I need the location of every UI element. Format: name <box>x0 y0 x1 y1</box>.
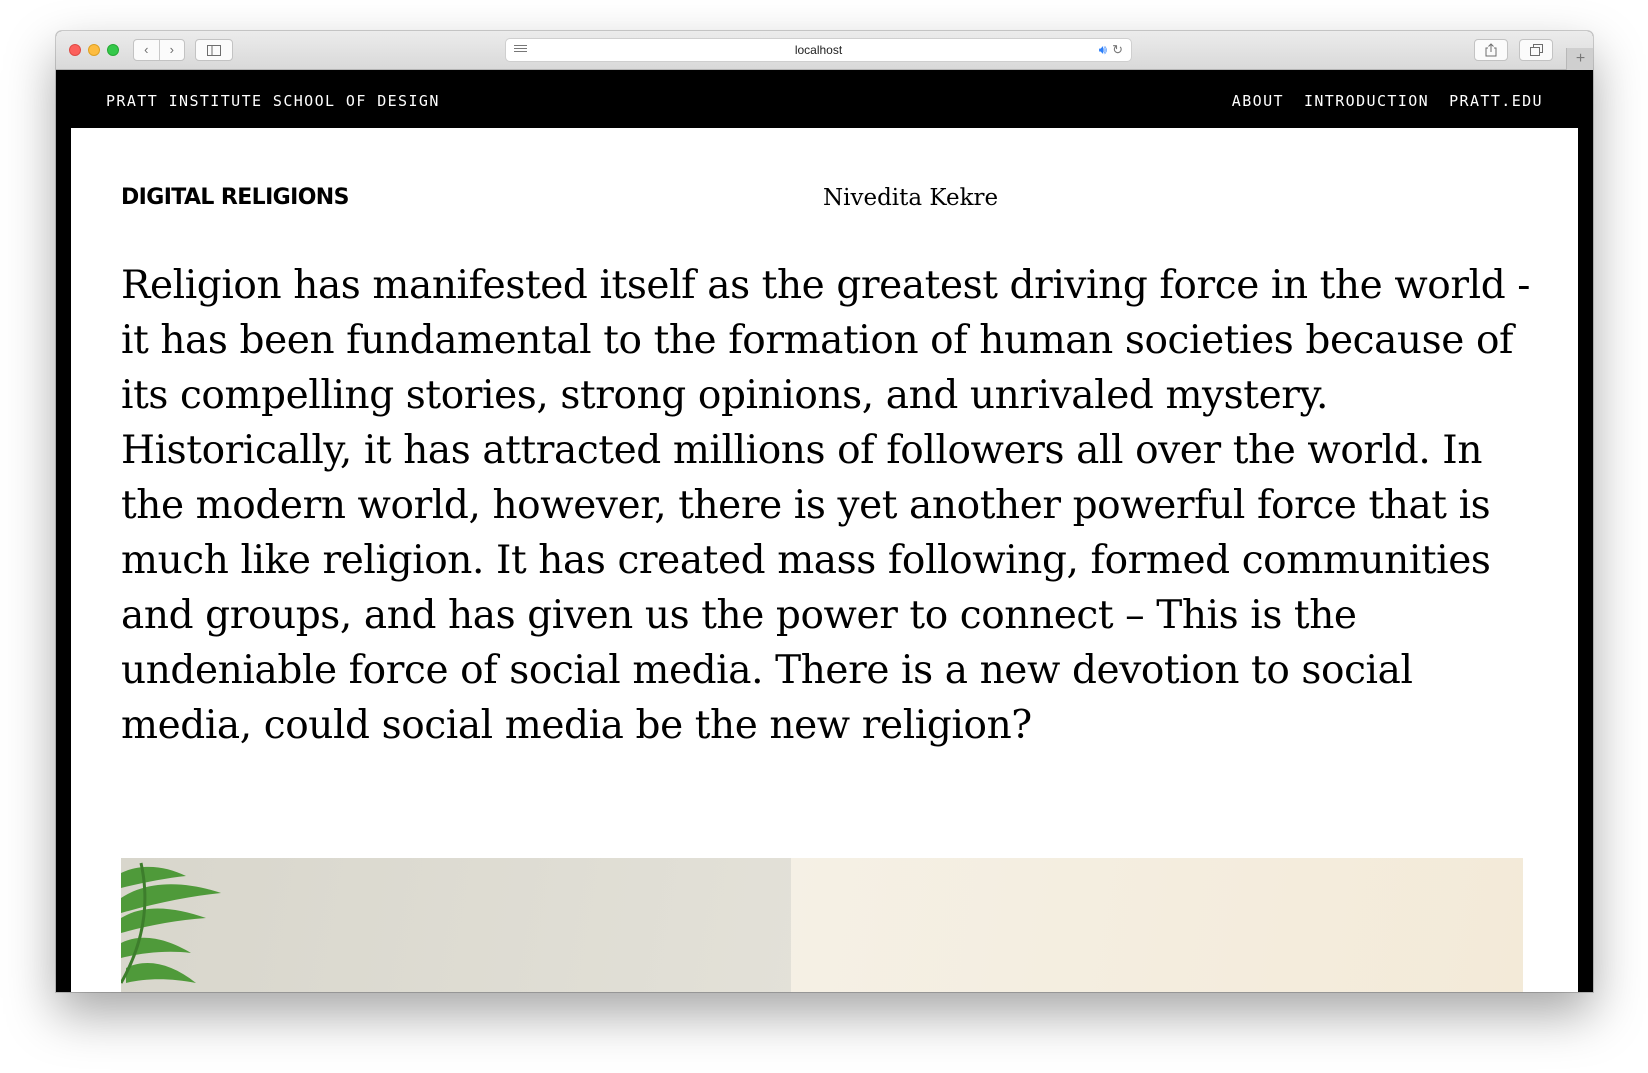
browser-toolbar: ‹ › localhost 🔊︎ ↻ + <box>56 31 1593 70</box>
sidebar-button[interactable] <box>195 39 233 61</box>
minimize-window-button[interactable] <box>88 44 100 56</box>
web-page: PRATT INSTITUTE SCHOOL OF DESIGN ABOUT I… <box>56 70 1593 992</box>
hero-image-left-panel <box>121 858 791 992</box>
project-title: DIGITAL RELIGIONS <box>121 185 349 210</box>
plus-icon[interactable]: + <box>1566 48 1593 70</box>
project-intro: Religion has manifested itself as the gr… <box>121 263 1531 748</box>
author-name: Nivedita Kekre <box>823 185 999 211</box>
browser-window: ‹ › localhost 🔊︎ ↻ + PRATT INSTITUTE SCH… <box>56 31 1593 992</box>
nav-pratt-edu[interactable]: PRATT.EDU <box>1449 92 1543 110</box>
site-title[interactable]: PRATT INSTITUTE SCHOOL OF DESIGN <box>106 92 440 110</box>
share-button[interactable] <box>1474 39 1508 61</box>
share-icon <box>1485 43 1497 57</box>
url-text: localhost <box>794 43 843 57</box>
chevron-right-icon[interactable]: › <box>158 40 185 60</box>
hero-image-right-panel <box>791 858 1523 992</box>
tabs-icon <box>1529 44 1543 56</box>
zoom-window-button[interactable] <box>107 44 119 56</box>
tabs-button[interactable] <box>1519 39 1553 61</box>
project-content: DIGITAL RELIGIONS Nivedita Kekre Religio… <box>71 128 1578 992</box>
sidebar-icon <box>207 44 221 56</box>
speaker-icon[interactable]: 🔊︎ <box>1099 42 1107 58</box>
hero-image <box>121 858 1523 992</box>
close-window-button[interactable] <box>69 44 81 56</box>
address-bar[interactable]: localhost 🔊︎ ↻ <box>505 38 1132 62</box>
history-nav-buttons: ‹ › <box>133 39 185 61</box>
chevron-left-icon[interactable]: ‹ <box>134 40 159 60</box>
site-nav: ABOUT INTRODUCTION PRATT.EDU <box>1232 92 1543 110</box>
nav-introduction[interactable]: INTRODUCTION <box>1304 92 1429 110</box>
site-header: PRATT INSTITUTE SCHOOL OF DESIGN ABOUT I… <box>56 70 1593 128</box>
plant-leaves-image <box>121 862 221 984</box>
reload-icon[interactable]: ↻ <box>1112 42 1123 58</box>
nav-about[interactable]: ABOUT <box>1232 92 1284 110</box>
